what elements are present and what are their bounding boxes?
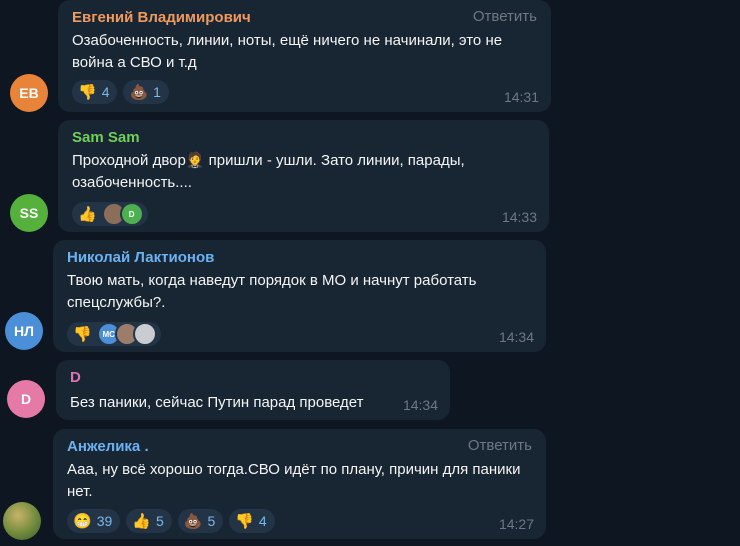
thumbs-up-icon: 👍: [78, 205, 97, 223]
poop-icon: 💩: [129, 83, 149, 101]
reactor-avatar: D: [119, 202, 144, 226]
avatar[interactable]: НЛ: [5, 312, 43, 350]
reaction-count: 39: [96, 513, 113, 529]
author-name[interactable]: Николай Лактионов: [67, 248, 532, 268]
message-time: 14:34: [402, 397, 438, 413]
reactor-avatars: D: [101, 202, 144, 226]
reply-button[interactable]: Ответить: [473, 8, 537, 25]
reaction-chip[interactable]: 👍 5: [126, 509, 172, 533]
reaction-chip[interactable]: 👍 D: [72, 202, 148, 226]
thumbs-down-icon: 👎: [78, 83, 97, 101]
avatar[interactable]: D: [7, 380, 45, 418]
message-text-part: Проходной двор: [72, 152, 186, 169]
reactions: 👎 4 💩 1: [72, 80, 537, 104]
message-text: Ааа, ну всё хорошо тогда.СВО идёт по пла…: [67, 461, 521, 500]
message-text: Твою мать, когда наведут порядок в МО и …: [67, 272, 477, 311]
reactions: 👍 D: [72, 202, 535, 226]
thumbs-down-icon: 👎: [73, 325, 92, 343]
reaction-count: 5: [207, 513, 216, 529]
reaction-count: 4: [101, 84, 110, 100]
reaction-chip[interactable]: 👎 4: [229, 509, 275, 533]
message-time: 14:34: [498, 329, 534, 345]
thumbs-up-icon: 👍: [132, 512, 151, 530]
message-bubble[interactable]: Sam Sam Проходной двор🤵 пришли - ушли. З…: [58, 120, 549, 232]
reactor-avatars: МС: [96, 322, 157, 346]
message-bubble[interactable]: Николай Лактионов Твою мать, когда навед…: [53, 240, 546, 352]
avatar[interactable]: SS: [10, 194, 48, 232]
author-name[interactable]: Евгений Владимирович: [72, 8, 537, 28]
reactions: 😁 39 👍 5 💩 5 👎 4: [67, 509, 532, 533]
reaction-chip[interactable]: 💩 5: [177, 509, 224, 533]
grinning-face-icon: 😁: [73, 512, 92, 530]
avatar[interactable]: [3, 502, 41, 540]
message-bubble[interactable]: Евгений Владимирович Ответить Озабоченно…: [58, 0, 551, 112]
avatar[interactable]: ЕВ: [10, 74, 48, 112]
reaction-chip[interactable]: 😁 39: [67, 509, 121, 533]
reaction-count: 5: [155, 513, 164, 529]
reactor-avatar: [132, 322, 157, 346]
reactions: 👎 МС: [67, 322, 532, 346]
reaction-count: 1: [153, 84, 161, 100]
message-time: 14:33: [501, 209, 537, 225]
message-text: Озабоченность, линии, ноты, ещё ничего н…: [72, 32, 503, 71]
thumbs-down-icon: 👎: [235, 512, 254, 530]
message-text: Без паники, сейчас Путин парад проведет: [70, 394, 364, 411]
message-time: 14:27: [498, 516, 534, 532]
message-time: 14:31: [503, 89, 539, 105]
reaction-count: 4: [258, 513, 267, 529]
author-name[interactable]: Анжелика .: [67, 437, 532, 457]
person-emoji: 🤵: [185, 152, 205, 169]
author-name[interactable]: D: [70, 368, 436, 388]
reply-button[interactable]: Ответить: [468, 437, 532, 454]
message-text: Проходной двор🤵 пришли - ушли. Зато лини…: [72, 150, 522, 194]
reaction-chip[interactable]: 👎 МС: [67, 322, 161, 346]
reaction-chip[interactable]: 👎 4: [72, 80, 118, 104]
reaction-chip[interactable]: 💩 1: [123, 80, 169, 104]
author-name[interactable]: Sam Sam: [72, 128, 535, 148]
message-bubble[interactable]: D Без паники, сейчас Путин парад проведе…: [56, 360, 450, 420]
poop-icon: 💩: [183, 512, 203, 530]
message-bubble[interactable]: Анжелика . Ответить Ааа, ну всё хорошо т…: [53, 429, 546, 539]
